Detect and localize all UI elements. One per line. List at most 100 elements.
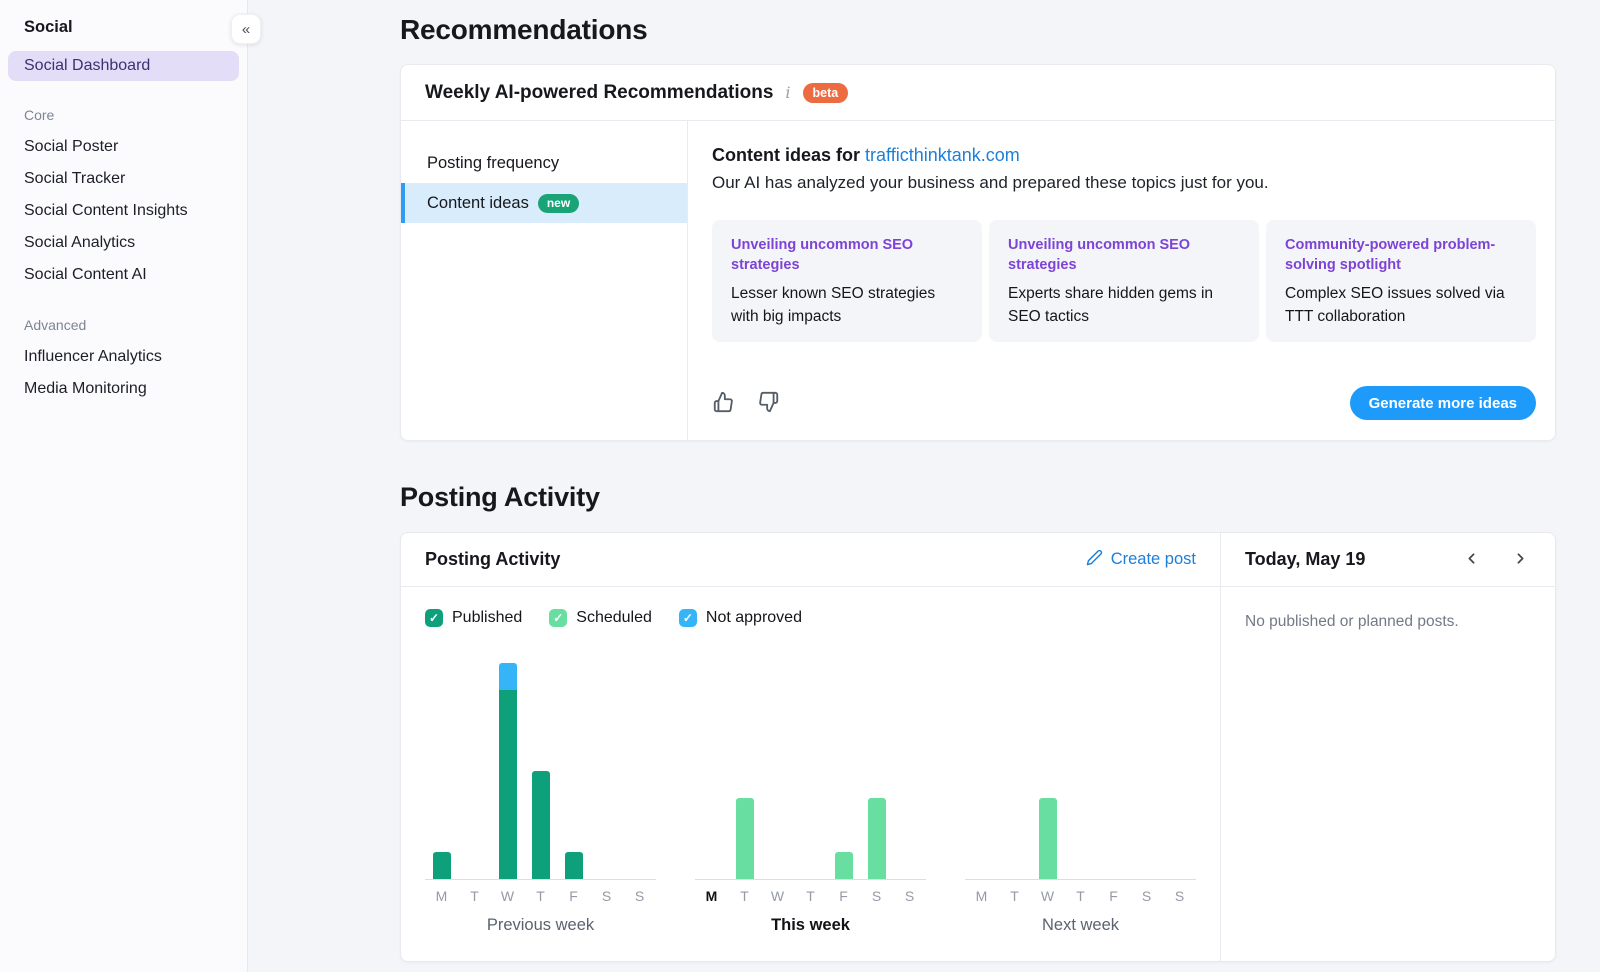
scheduled-checkbox[interactable]: ✓ — [549, 609, 567, 627]
day-label: T — [794, 888, 827, 904]
idea-card-body: Complex SEO issues solved via TTT collab… — [1285, 282, 1517, 329]
pencil-icon — [1086, 549, 1103, 571]
chart-day-column — [524, 771, 557, 879]
idea-card-title: Community-powered problem-solving spotli… — [1285, 235, 1517, 275]
day-label: M — [425, 888, 458, 904]
today-panel: Today, May 19 No published or planned po… — [1221, 533, 1555, 961]
day-label: M — [695, 888, 728, 904]
sidebar-title: Social — [0, 18, 247, 51]
bar-segment-published[interactable] — [565, 852, 583, 879]
sidebar-item-social-poster[interactable]: Social Poster — [0, 131, 247, 163]
bar-segment-published[interactable] — [532, 771, 550, 879]
thumbs-up-icon[interactable] — [712, 391, 734, 416]
day-label: W — [491, 888, 524, 904]
week-label: Previous week — [425, 916, 656, 935]
content-ideas-subheading: Our AI has analyzed your business and pr… — [712, 173, 1536, 193]
page-title: Recommendations — [400, 14, 1556, 46]
bar-segment-scheduled[interactable] — [835, 852, 853, 879]
chart-legend: ✓ Published ✓ Scheduled ✓ Not approved — [425, 609, 1196, 627]
chart-day-column — [728, 798, 761, 879]
today-panel-title: Today, May 19 — [1245, 549, 1365, 570]
sidebar-item-social-content-insights[interactable]: Social Content Insights — [0, 195, 247, 227]
published-checkbox[interactable]: ✓ — [425, 609, 443, 627]
weekly-recommendations-card: Weekly AI-powered Recommendations i beta… — [400, 64, 1556, 441]
collapse-chevrons-icon: « — [242, 21, 250, 38]
sidebar-section-advanced: Advanced — [24, 317, 223, 333]
idea-card[interactable]: Unveiling uncommon SEO strategies Expert… — [989, 220, 1259, 342]
idea-card[interactable]: Community-powered problem-solving spotli… — [1266, 220, 1536, 342]
day-label: F — [827, 888, 860, 904]
idea-card[interactable]: Unveiling uncommon SEO strategies Lesser… — [712, 220, 982, 342]
chevron-left-icon[interactable] — [1461, 548, 1482, 572]
sidebar-item-social-analytics[interactable]: Social Analytics — [0, 227, 247, 259]
week-label: This week — [695, 916, 926, 935]
generate-more-ideas-button[interactable]: Generate more ideas — [1350, 386, 1536, 420]
sidebar-section-core: Core — [24, 107, 223, 123]
tab-posting-frequency[interactable]: Posting frequency — [401, 143, 687, 183]
day-label: W — [1031, 888, 1064, 904]
day-label: T — [1064, 888, 1097, 904]
chart-axis-line — [425, 879, 656, 880]
bar-segment-scheduled[interactable] — [1039, 798, 1057, 879]
day-label: M — [965, 888, 998, 904]
day-label: S — [860, 888, 893, 904]
chart-day-column — [827, 852, 860, 879]
domain-link[interactable]: trafficthinktank.com — [865, 145, 1020, 165]
new-badge: new — [538, 194, 579, 213]
bar-segment-published[interactable] — [499, 690, 517, 879]
day-label: T — [458, 888, 491, 904]
check-icon: ✓ — [429, 611, 439, 625]
legend-item-published[interactable]: ✓ Published — [425, 609, 522, 627]
day-label: T — [998, 888, 1031, 904]
day-label: T — [524, 888, 557, 904]
bar-segment-scheduled[interactable] — [868, 798, 886, 879]
sidebar: Social « Social Dashboard Core Social Po… — [0, 0, 248, 972]
day-label: F — [1097, 888, 1130, 904]
posting-activity-chart: MTWTFSSPrevious weekMTWTFSSThis weekMTWT… — [425, 651, 1196, 935]
bar-segment-scheduled[interactable] — [736, 798, 754, 879]
legend-item-not-approved[interactable]: ✓ Not approved — [679, 609, 802, 627]
content-ideas-heading: Content ideas for trafficthinktank.com — [712, 145, 1536, 166]
day-label: T — [728, 888, 761, 904]
weekly-card-title: Weekly AI-powered Recommendations — [425, 82, 773, 104]
week-group: MTWTFSSNext week — [965, 651, 1196, 935]
thumbs-down-icon[interactable] — [758, 391, 780, 416]
recommendation-tabs: Posting frequency Content ideas new — [401, 121, 688, 440]
check-icon: ✓ — [553, 611, 563, 625]
day-label: S — [893, 888, 926, 904]
sidebar-item-media-monitoring[interactable]: Media Monitoring — [0, 373, 247, 405]
check-icon: ✓ — [683, 611, 693, 625]
chart-day-column — [491, 663, 524, 879]
beta-badge: beta — [803, 83, 849, 103]
main-area: Recommendations Weekly AI-powered Recomm… — [248, 0, 1600, 972]
chevron-right-icon[interactable] — [1510, 548, 1531, 572]
day-label: S — [623, 888, 656, 904]
sidebar-item-influencer-analytics[interactable]: Influencer Analytics — [0, 341, 247, 373]
tab-content-ideas[interactable]: Content ideas new — [401, 183, 687, 223]
chart-day-column — [425, 852, 458, 879]
week-label: Next week — [965, 916, 1196, 935]
sidebar-collapse-button[interactable]: « — [231, 14, 261, 44]
idea-card-body: Lesser known SEO strategies with big imp… — [731, 282, 963, 329]
not-approved-checkbox[interactable]: ✓ — [679, 609, 697, 627]
idea-card-title: Unveiling uncommon SEO strategies — [1008, 235, 1240, 275]
idea-card-body: Experts share hidden gems in SEO tactics — [1008, 282, 1240, 329]
legend-item-scheduled[interactable]: ✓ Scheduled — [549, 609, 652, 627]
sidebar-item-social-content-ai[interactable]: Social Content AI — [0, 259, 247, 291]
posting-activity-heading: Posting Activity — [400, 482, 1556, 513]
chart-day-column — [1031, 798, 1064, 879]
info-icon[interactable]: i — [783, 83, 792, 102]
create-post-link[interactable]: Create post — [1086, 549, 1196, 571]
sidebar-item-social-tracker[interactable]: Social Tracker — [0, 163, 247, 195]
chart-axis-line — [695, 879, 926, 880]
chart-day-column — [557, 852, 590, 879]
day-label: S — [590, 888, 623, 904]
day-label: W — [761, 888, 794, 904]
week-group: MTWTFSSPrevious week — [425, 651, 656, 935]
bar-segment-not-approved[interactable] — [499, 663, 517, 690]
bar-segment-published[interactable] — [433, 852, 451, 879]
sidebar-item-social-dashboard[interactable]: Social Dashboard — [8, 51, 239, 81]
chart-day-column — [860, 798, 893, 879]
posting-activity-card-title: Posting Activity — [425, 549, 560, 570]
chart-axis-line — [965, 879, 1196, 880]
